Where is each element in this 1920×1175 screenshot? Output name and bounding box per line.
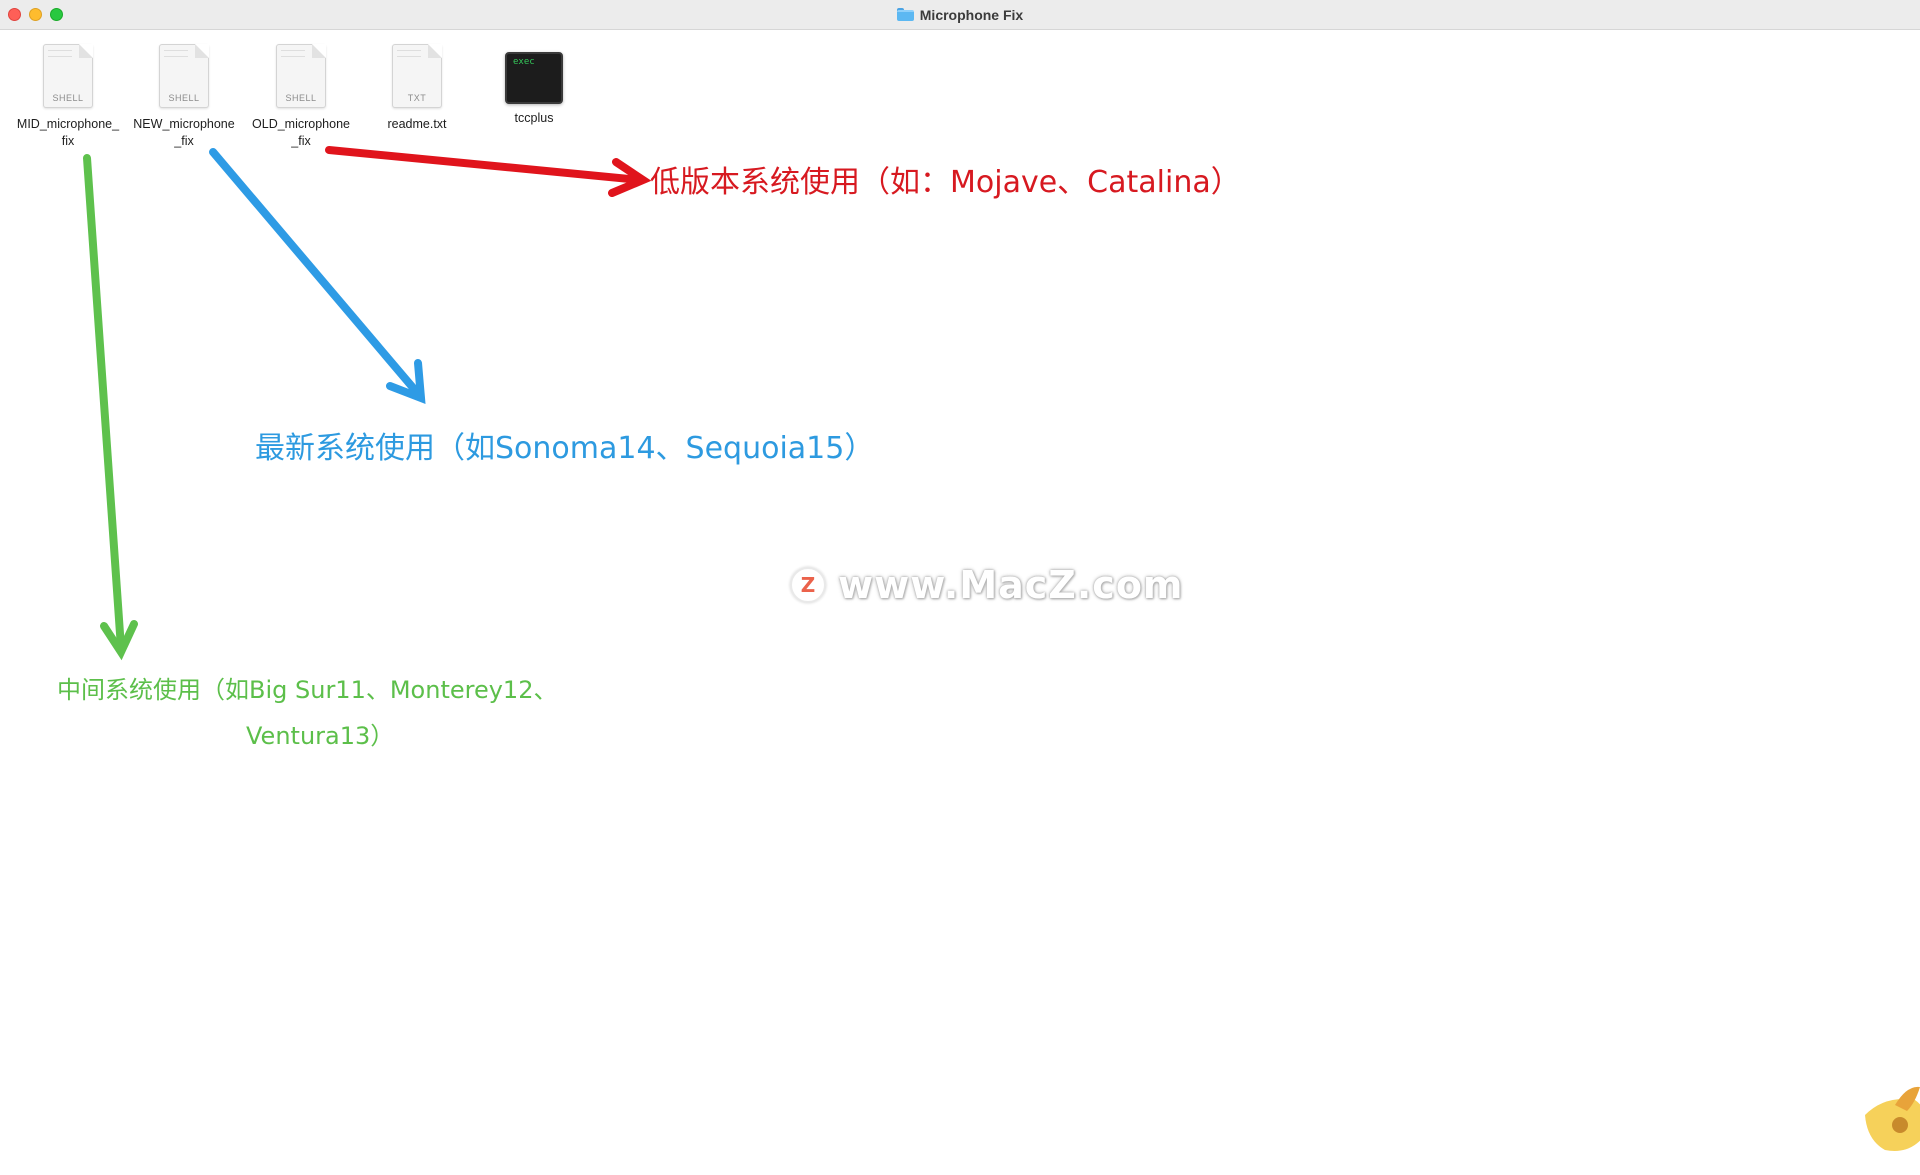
annotation-mid-systems-line1: 中间系统使用（如Big Sur11、Monterey12、 [57,676,558,704]
watermark-logo-letter: Z [800,573,816,597]
annotation-new-systems: 最新系统使用（如Sonoma14、Sequoia15） [255,431,875,466]
green-arrow [83,154,138,661]
desktop-decoration-icon [1865,1086,1920,1151]
watermark: Z www.MacZ.com [790,563,1184,607]
watermark-logo-icon: Z [790,567,826,603]
annotation-old-systems: 低版本系统使用（如：Mojave、Catalina） [650,165,1241,200]
blue-arrow [209,148,426,405]
finder-window: Microphone Fix SHELL MID_microphone_ fix… [0,0,1920,1164]
watermark-text: www.MacZ.com [838,563,1184,607]
annotation-mid-systems-line2: Ventura13） [246,722,395,750]
red-arrow [325,146,652,197]
